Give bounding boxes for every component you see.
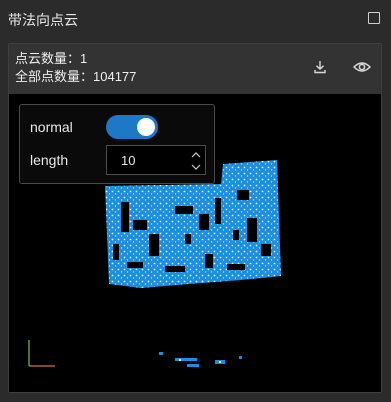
- maximize-icon[interactable]: [368, 12, 380, 24]
- normal-toggle[interactable]: [106, 115, 158, 139]
- chevron-up-icon[interactable]: [191, 151, 201, 159]
- toggle-knob: [137, 118, 155, 136]
- normal-controls-panel: normal length 10: [19, 104, 215, 184]
- cloud-count-text: 点云数量：1: [15, 51, 88, 66]
- point-info: 点云数量：1 全部点数量：104177: [15, 50, 136, 86]
- axes-gizmo-icon: [28, 340, 55, 367]
- download-icon[interactable]: [313, 60, 327, 74]
- chevron-down-icon[interactable]: [191, 163, 201, 171]
- window-titlebar: 带法向点云: [0, 0, 391, 36]
- length-label: length: [30, 152, 69, 168]
- eye-icon[interactable]: [353, 59, 371, 75]
- window-title: 带法向点云: [8, 12, 78, 28]
- 3d-viewport[interactable]: normal length 10: [9, 94, 381, 392]
- point-cloud-panel: 点云数量：1 全部点数量：104177 normal length 10: [8, 43, 382, 393]
- length-value: 10: [121, 153, 136, 168]
- normal-label: normal: [30, 119, 73, 135]
- length-input[interactable]: 10: [106, 145, 206, 175]
- total-points-text: 全部点数量：104177: [15, 69, 137, 84]
